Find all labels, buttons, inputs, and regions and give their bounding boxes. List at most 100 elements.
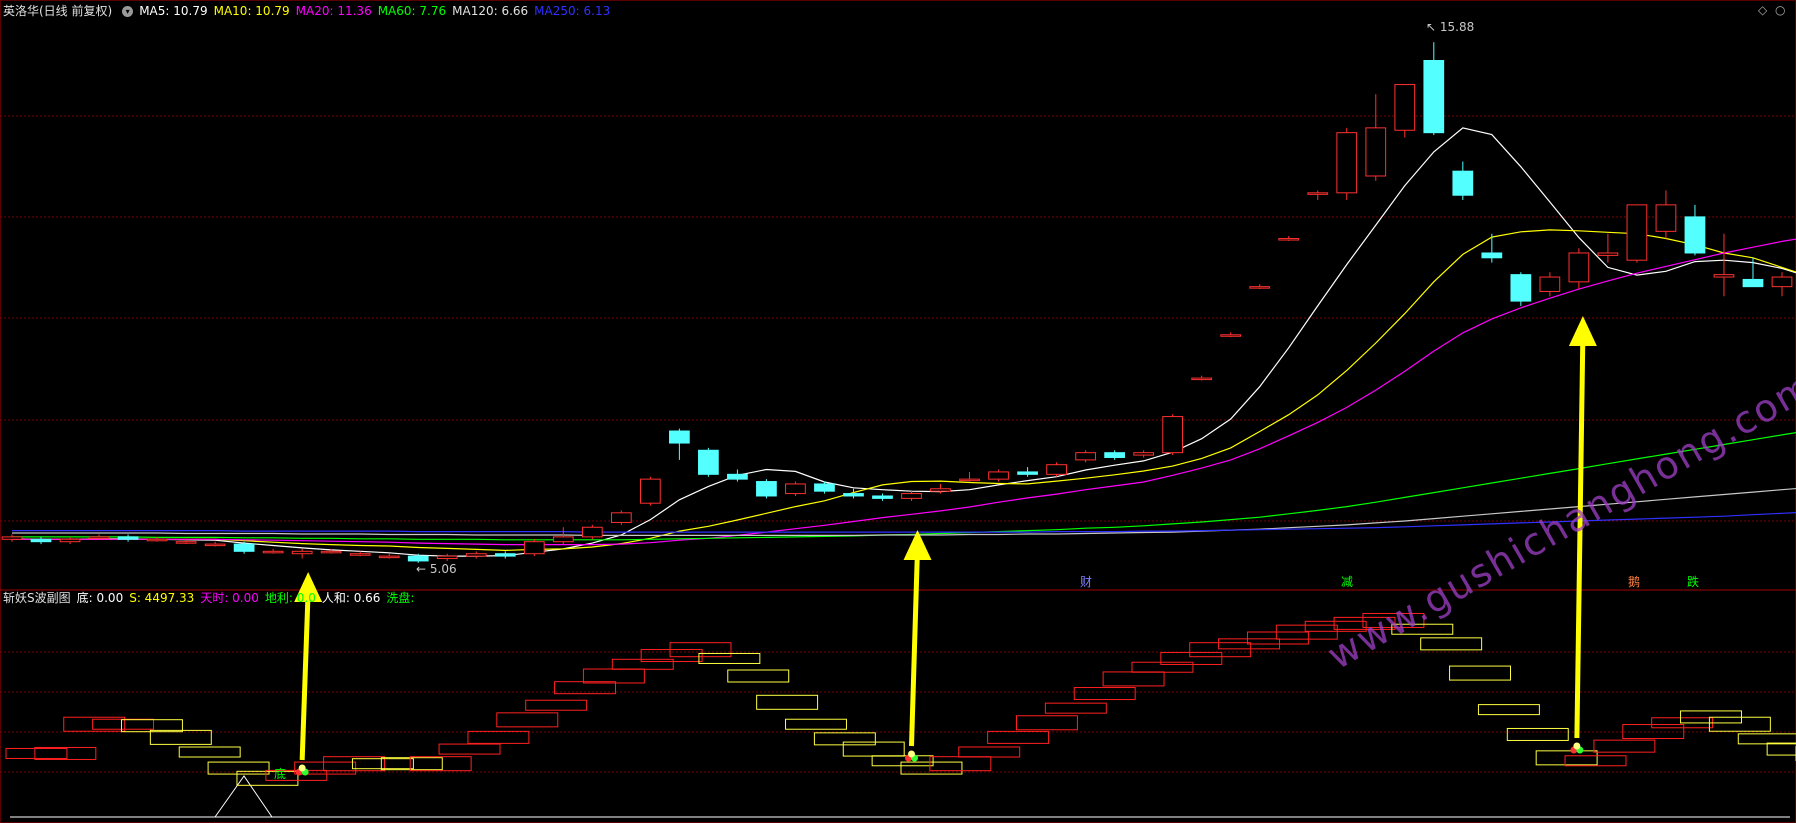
- candle[interactable]: [262, 548, 284, 554]
- candle[interactable]: [610, 510, 632, 525]
- candle[interactable]: [1220, 332, 1242, 338]
- candle-body: [1046, 464, 1067, 475]
- candle[interactable]: [988, 469, 1009, 482]
- ma-legend-item: MA250: 6.13: [534, 4, 611, 18]
- candle-body: [262, 550, 284, 554]
- candle-body: [1713, 274, 1735, 278]
- candle[interactable]: [1771, 272, 1793, 297]
- wave-step: [1708, 716, 1771, 732]
- circle-icon[interactable]: ○: [1775, 3, 1785, 17]
- candle-body: [1133, 452, 1155, 456]
- candle[interactable]: [1133, 450, 1155, 458]
- candle-body: [1191, 377, 1213, 381]
- candle[interactable]: [1191, 375, 1213, 381]
- candle[interactable]: [1365, 94, 1387, 181]
- candle[interactable]: [1075, 450, 1096, 463]
- candle-body: [698, 449, 719, 475]
- candle[interactable]: [1336, 127, 1358, 201]
- candle[interactable]: [30, 536, 52, 545]
- candle[interactable]: [436, 553, 458, 561]
- candle-body: [204, 543, 226, 547]
- candle-body: [552, 536, 574, 543]
- candle[interactable]: [1307, 190, 1329, 201]
- candle[interactable]: [639, 476, 661, 506]
- stock-chart-window[interactable]: 英洛华(日线 前复权) ▾ MA5: 10.79 MA10: 10.79 MA20: 1…: [0, 0, 1796, 823]
- candle-body: [1307, 192, 1329, 195]
- candle[interactable]: [1249, 284, 1271, 290]
- candle-body: [785, 483, 806, 495]
- subchart-title[interactable]: 斩妖S波副图: [3, 591, 71, 605]
- candle[interactable]: [581, 524, 603, 540]
- high-marker-icon: ↖: [1426, 20, 1440, 34]
- candle-body: [727, 473, 748, 480]
- dropdown-icon[interactable]: ▾: [122, 6, 134, 17]
- candle[interactable]: [1046, 462, 1067, 477]
- wave-step: [698, 652, 761, 664]
- wave-step: [1506, 727, 1569, 741]
- candle[interactable]: [117, 534, 139, 542]
- candle-body: [88, 536, 110, 539]
- candle[interactable]: [1, 534, 23, 542]
- candle[interactable]: [1278, 236, 1300, 241]
- wave-step: [1044, 702, 1107, 714]
- candle[interactable]: [1481, 233, 1503, 263]
- bottom-triangle-marker: [214, 775, 273, 818]
- signal-arrow: [903, 530, 932, 762]
- candle[interactable]: [1713, 233, 1735, 297]
- wave-step: [1102, 671, 1165, 687]
- candle[interactable]: [1539, 272, 1561, 297]
- wave-step: [582, 668, 645, 684]
- candle-body: [1568, 252, 1590, 283]
- low-price-label: ← 5.06: [416, 562, 457, 576]
- signal-mark: 财: [1080, 575, 1093, 589]
- candle[interactable]: [1684, 204, 1706, 256]
- wave-step: [1420, 637, 1483, 651]
- candle[interactable]: [1568, 248, 1590, 290]
- candle[interactable]: [1510, 272, 1532, 306]
- candle[interactable]: [204, 541, 226, 547]
- wave-step: [34, 746, 97, 760]
- candle-body: [1220, 334, 1242, 337]
- candle[interactable]: [727, 469, 748, 482]
- candle[interactable]: [523, 539, 545, 557]
- candle[interactable]: [785, 481, 806, 496]
- candle-body: [59, 538, 81, 543]
- candle-body: [1539, 276, 1561, 292]
- candle-body: [1278, 238, 1300, 241]
- diamond-icon[interactable]: ◇: [1758, 3, 1767, 17]
- candle-body: [872, 495, 893, 499]
- candle[interactable]: [465, 551, 487, 559]
- candle[interactable]: [494, 551, 516, 559]
- candle[interactable]: [669, 428, 690, 460]
- candle[interactable]: [291, 548, 313, 559]
- wave-step: [1246, 631, 1309, 645]
- chart-title[interactable]: 英洛华(日线 前复权): [3, 4, 112, 18]
- candle[interactable]: [1394, 84, 1416, 138]
- candle[interactable]: [59, 536, 81, 545]
- candle[interactable]: [1655, 190, 1677, 239]
- candle[interactable]: [1017, 467, 1038, 477]
- candlesticks[interactable]: [1, 42, 1793, 563]
- candle[interactable]: [1626, 204, 1648, 263]
- candle-body: [639, 478, 661, 504]
- wave-step: [756, 694, 819, 710]
- candle[interactable]: [872, 493, 893, 501]
- candle[interactable]: [378, 553, 400, 559]
- candle[interactable]: [698, 447, 719, 477]
- candle[interactable]: [1597, 233, 1619, 263]
- chart-canvas[interactable]: [0, 0, 1796, 823]
- candle[interactable]: [930, 483, 951, 494]
- candle[interactable]: [1452, 161, 1474, 201]
- candle[interactable]: [1104, 450, 1125, 460]
- low-marker-icon: ←: [416, 562, 430, 576]
- candle[interactable]: [959, 471, 980, 482]
- candle[interactable]: [1423, 42, 1445, 136]
- candle-body: [1423, 59, 1445, 134]
- candle[interactable]: [1162, 414, 1184, 456]
- candle[interactable]: [88, 534, 110, 540]
- candle[interactable]: [901, 491, 922, 501]
- wave-step: [1564, 755, 1627, 767]
- candle[interactable]: [756, 479, 777, 499]
- candle-body: [1104, 452, 1125, 458]
- signal-mark: 跌: [1687, 575, 1700, 589]
